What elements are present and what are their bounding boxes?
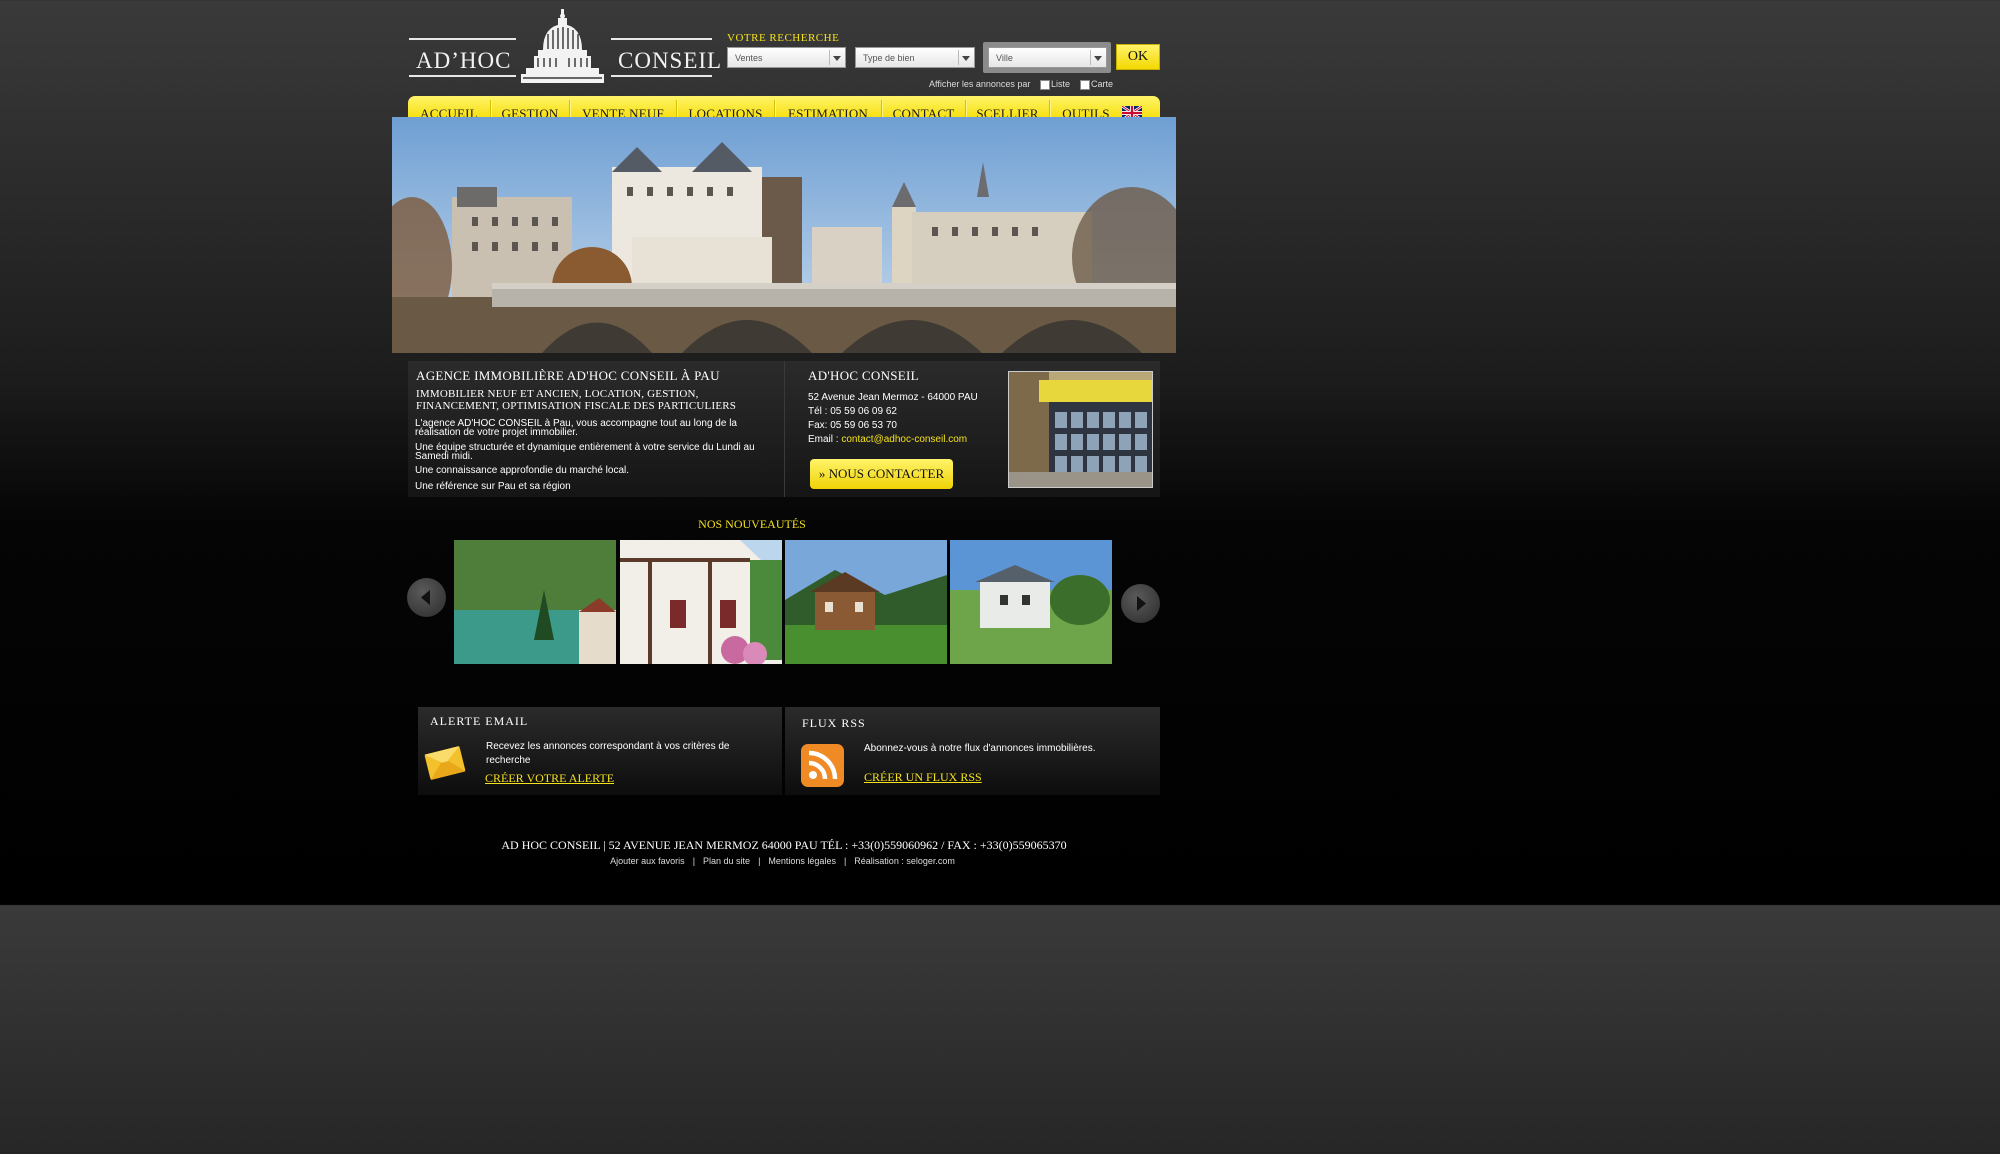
listing-thumbnail[interactable] [620, 540, 782, 664]
logo-text-left: AD’HOC [416, 48, 512, 73]
contact-name: AD'HOC CONSEIL [808, 368, 919, 383]
rss-text: Abonnez-vous à notre flux d'annonces imm… [864, 743, 1096, 754]
search-title: VOTRE RECHERCHE [727, 32, 840, 44]
agency-subtitle: IMMOBILIER NEUF ET ANCIEN, LOCATION, GES… [416, 388, 737, 412]
intro-paragraph-4: Une référence sur Pau et sa région [415, 481, 571, 492]
chevron-down-icon [1094, 56, 1102, 61]
contact-address: 52 Avenue Jean Mermoz - 64000 PAU [808, 392, 978, 403]
envelope-icon [424, 746, 466, 780]
listing-thumbnail[interactable] [785, 540, 947, 664]
logo[interactable]: AD’HOC CONSEIL [408, 8, 721, 88]
listing-thumbnail[interactable] [454, 540, 616, 664]
list-checkbox[interactable] [1040, 80, 1050, 90]
info-divider [784, 361, 785, 497]
transaction-select-value: Ventes [735, 53, 763, 63]
city-select-value: Ville [996, 53, 1013, 63]
list-checkbox-label: Liste [1051, 79, 1071, 89]
intro-paragraph-1: L'agence AD'HOC CONSEIL à Pau, vous acco… [415, 418, 737, 438]
footer-link-credits[interactable]: Réalisation : seloger.com [854, 856, 955, 866]
map-checkbox-label: Carte [1091, 79, 1114, 89]
footer-address: AD HOC CONSEIL | 52 AVENUE JEAN MERMOZ 6… [501, 838, 1067, 852]
footer-links: Ajouter aux favoris | Plan du site | Mention… [610, 856, 955, 866]
transaction-select[interactable]: Ventes [727, 47, 846, 68]
footer-link-legal[interactable]: Mentions légales [768, 856, 836, 866]
contact-phone: Tél : 05 59 06 09 62 [808, 406, 897, 417]
intro-paragraph-3: Une connaissance approfondie du marché l… [415, 465, 630, 476]
new-listings-title: NOS NOUVEAUTÉS [698, 517, 806, 531]
intro-paragraph-2: Une équipe structurée et dynamique entiè… [415, 442, 755, 462]
property-type-select[interactable]: Type de bien [855, 47, 975, 68]
listing-thumbnail[interactable] [950, 540, 1112, 664]
carousel-prev-button[interactable] [407, 578, 446, 617]
carousel-next-button[interactable] [1121, 584, 1160, 623]
chevron-down-icon [833, 56, 841, 61]
contact-email-label: Email : [808, 434, 842, 445]
footer-link-sitemap[interactable]: Plan du site [703, 856, 750, 866]
rss-title: FLUX RSS [802, 716, 866, 730]
search-ok-button[interactable]: OK [1116, 44, 1160, 70]
contact-email-link[interactable]: contact@adhoc-conseil.com [841, 434, 967, 445]
agency-storefront-photo [1008, 371, 1153, 488]
footer-link-favorites[interactable]: Ajouter aux favoris [610, 856, 685, 866]
logo-rule-bottom-right [611, 75, 712, 77]
hero-banner-image [392, 117, 1176, 353]
contact-us-button[interactable]: » NOUS CONTACTER [810, 459, 953, 489]
logo-text-right: CONSEIL [618, 48, 723, 73]
email-alert-title: ALERTE EMAIL [430, 714, 529, 728]
arrow-left-icon [421, 590, 430, 605]
email-alert-text: Recevez les annonces correspondant à vos… [486, 741, 730, 766]
create-alert-link[interactable]: CRÉER VOTRE ALERTE [485, 771, 614, 786]
city-select[interactable]: Ville [988, 47, 1107, 68]
rss-icon[interactable] [801, 744, 844, 787]
logo-rule-top-left [409, 38, 516, 40]
property-type-select-value: Type de bien [863, 53, 915, 63]
agency-title: AGENCE IMMOBILIÈRE AD'HOC CONSEIL À PAU [416, 368, 720, 383]
chevron-down-icon [962, 56, 970, 61]
logo-rule-top-right [611, 38, 712, 40]
arrow-right-icon [1137, 596, 1146, 611]
display-mode-label: Afficher les annonces par [929, 79, 1031, 89]
capitol-dome-icon [521, 9, 604, 83]
logo-rule-bottom-left [409, 75, 516, 77]
contact-fax: Fax: 05 59 06 53 70 [808, 420, 897, 431]
map-checkbox[interactable] [1080, 80, 1090, 90]
create-rss-link[interactable]: CRÉER UN FLUX RSS [864, 770, 982, 785]
